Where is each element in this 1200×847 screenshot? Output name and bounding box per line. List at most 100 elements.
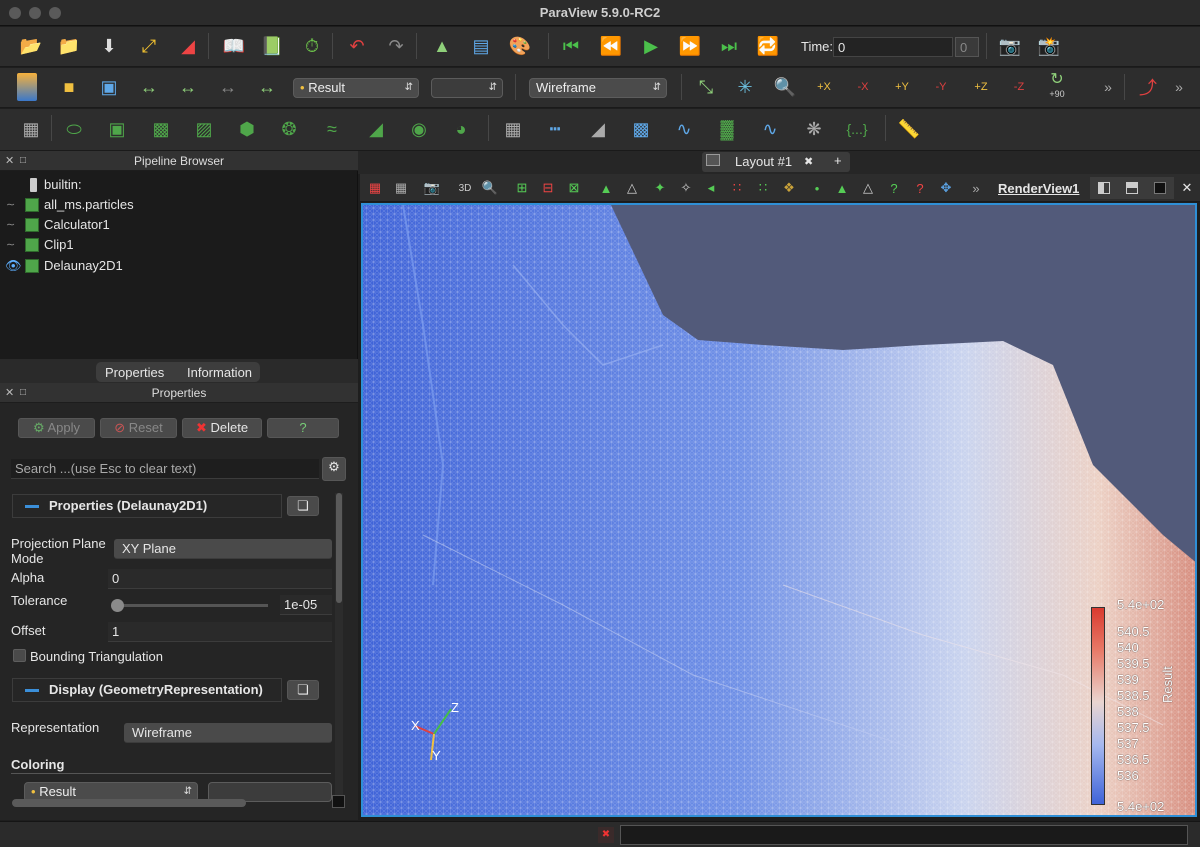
properties-scrollbar[interactable] [335,493,343,798]
select-points-icon[interactable]: ⊠ [564,179,584,197]
color-map-icon[interactable]: ◢ [174,32,202,60]
toggle-3d-button[interactable]: 3D [455,179,475,197]
offset-input[interactable]: 1 [108,622,332,642]
view-minus-z-icon[interactable]: -Z [1005,73,1033,101]
edit-color-map-icon[interactable]: ■ [55,73,83,101]
projection-plane-select[interactable]: XY Plane [114,539,332,559]
undo-icon[interactable]: ↶ [343,32,371,60]
extract-subset-icon[interactable]: ⬢ [233,115,261,143]
calculator-icon[interactable]: ▦ [17,115,45,143]
loop-icon[interactable]: 🔁 [754,32,782,60]
alpha-input[interactable]: 0 [108,569,332,589]
rescale-visible-icon[interactable]: ↔ [214,73,242,101]
copy-properties-button[interactable]: ❏ [287,496,319,516]
visibility-closed-eye-icon[interactable]: ∼ [6,215,15,235]
select-blocks-icon[interactable]: ◂ [701,179,721,197]
redo-icon[interactable]: ↷ [382,32,410,60]
plot-over-time-icon[interactable]: ∿ [670,115,698,143]
zoom-box-icon[interactable]: 🔍 [480,179,500,197]
pipeline-item-clip1[interactable]: ∼ Clip1 [0,235,358,255]
render-view[interactable]: X Z Y 5.4e+02 540.5 540 539.5 539 538.5 … [361,203,1197,817]
hover-cells-icon[interactable]: ? [910,179,930,197]
rescale-over-time-icon[interactable]: ↔ [253,73,281,101]
group-datasets-icon[interactable]: ◉ [405,115,433,143]
close-view-button[interactable]: ✕ [1174,177,1200,199]
save-data-icon[interactable]: ⬇ [95,32,123,60]
clip-icon[interactable]: ▣ [103,115,131,143]
close-panel-icon[interactable]: ✕ [5,383,14,403]
pick-center-icon[interactable]: ✥ [936,179,956,197]
view-minus-y-icon[interactable]: -Y [927,73,955,101]
grow-selection-icon[interactable]: ❖ [779,179,799,197]
overflow-chevron-2-icon[interactable]: » [1165,73,1193,101]
apply-button[interactable]: ⚙ Apply [18,418,95,438]
annotate-time-icon[interactable]: ❋ [800,115,828,143]
probe-line-icon[interactable]: ┅ [541,115,569,143]
plot-selection-icon[interactable]: ◢ [584,115,612,143]
save-animation-icon[interactable]: 📸 [1035,32,1063,60]
open-recent-icon[interactable]: 📁 [55,32,83,60]
ruler-icon[interactable]: 📏 [895,115,923,143]
representation-select[interactable]: Wireframe ⇵ [529,78,667,98]
time-input[interactable]: 0 [833,37,953,57]
capture-screenshot-icon[interactable]: 📷 [996,32,1024,60]
select-polygon-points-icon[interactable]: ✧ [676,179,696,197]
pipeline-item-builtin[interactable]: builtin: [0,175,358,195]
connect-icon[interactable]: ⤢ [135,32,163,60]
extract-level-icon[interactable]: ◕ [447,115,475,143]
find-data-icon[interactable]: ? [884,179,904,197]
contour-icon[interactable]: ⬭ [60,115,88,143]
visibility-closed-eye-icon[interactable]: ∼ [6,235,15,255]
clear-selection-icon[interactable]: △ [858,179,878,197]
interactive-select-icon[interactable]: ∷ [727,179,747,197]
pipeline-item-all-ms-particles[interactable]: ∼ all_ms.particles [0,195,358,215]
color-by-select[interactable]: • Result ⇵ [293,78,419,98]
slice-icon[interactable]: ▩ [147,115,175,143]
previous-frame-icon[interactable]: ⏪ [597,32,625,60]
help-button[interactable]: ? [267,418,339,438]
select-cells-on-icon[interactable]: ⊞ [512,179,532,197]
split-vertical-icon[interactable]: ▦ [391,179,411,197]
view-plus-z-icon[interactable]: +Z [967,73,995,101]
open-file-icon[interactable]: 📂 [17,32,45,60]
visibility-eye-icon[interactable]: 👁 [5,256,22,276]
split-view-vertical-button[interactable] [1118,177,1146,199]
reset-session-icon[interactable]: ⏱ [298,32,326,60]
search-input[interactable]: Search ...(use Esc to clear text) [11,459,319,479]
tolerance-slider-track[interactable] [114,604,268,607]
select-points-through-icon[interactable]: △ [622,179,642,197]
rescale-custom-icon[interactable]: ↔ [135,73,163,101]
tolerance-slider-handle[interactable] [111,599,124,612]
zoom-to-data-icon[interactable]: ✳ [731,73,759,101]
zoom-to-box-icon[interactable]: 🔍 [771,73,799,101]
palette-icon[interactable]: 🎨 [506,32,534,60]
view-plus-y-icon[interactable]: +Y [888,73,916,101]
pipeline-item-calculator1[interactable]: ∼ Calculator1 [0,215,358,235]
overflow-chevron-icon[interactable]: » [966,179,986,197]
axes-grid-icon[interactable]: ⤴ [1134,73,1162,101]
select-cells-through-icon[interactable]: ▲ [596,179,616,197]
close-panel-icon[interactable]: ✕ [5,151,14,171]
undock-panel-icon[interactable]: □ [20,383,26,403]
tab-properties[interactable]: Properties [105,365,164,380]
next-frame-icon[interactable]: ⏩ [676,32,704,60]
time-index-spinbox[interactable]: 0 [955,37,979,57]
play-icon[interactable]: ▶ [637,32,665,60]
first-frame-icon[interactable]: ⏮ [557,32,585,60]
python-shell-icon[interactable]: ▲ [428,32,456,60]
overflow-chevron-icon[interactable]: » [1094,73,1122,101]
warp-by-vector-icon[interactable]: ◢ [362,115,390,143]
tab-layout-1[interactable]: Layout #1 [735,154,792,169]
macros-icon[interactable]: ▤ [467,32,495,60]
programmable-filter-icon[interactable]: {...} [843,115,871,143]
shrink-selection-icon[interactable]: • [807,179,827,197]
split-view-horizontal-button[interactable] [1090,177,1118,199]
select-polygon-icon[interactable]: ✦ [650,179,670,197]
component-select[interactable]: ⇵ [431,78,503,98]
load-state-icon[interactable]: 📖 [220,32,248,60]
copy-display-button[interactable]: ❏ [287,680,319,700]
plot-data-icon[interactable]: ▓ [713,115,741,143]
horizontal-scrollbar[interactable] [12,799,246,807]
glyph-icon[interactable]: ❂ [275,115,303,143]
representation-select[interactable]: Wireframe [124,723,332,743]
